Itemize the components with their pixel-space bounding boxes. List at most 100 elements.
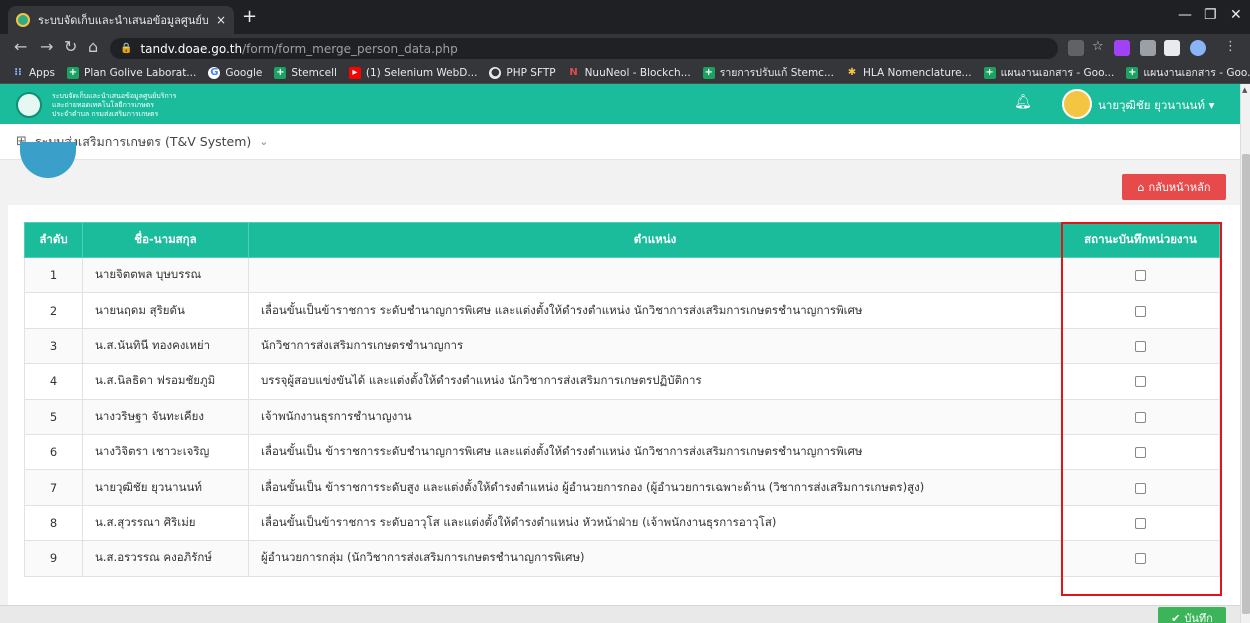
cell-status (1061, 292, 1220, 329)
table-row: 3 น.ส.นันทินี ทองคงเหย่า นักวิชาการส่งเสริ… (24, 327, 1220, 365)
cell-name: นางวิจิตรา เชาวะเจริญ (82, 433, 249, 471)
bookmark-apps[interactable]: ⁝⁝ Apps (12, 67, 55, 79)
col-header-no: ลำดับ (24, 222, 83, 258)
plus-icon: + (1126, 66, 1139, 79)
bookmark-item[interactable]: G Google (208, 66, 262, 79)
scrollbar-thumb[interactable] (1242, 154, 1250, 614)
reload-icon[interactable]: ↻ (64, 38, 77, 56)
cell-name: น.ส.นิลธิดา ฟรอมชัยภูมิ (82, 363, 249, 400)
status-checkbox[interactable] (1135, 411, 1146, 423)
new-tab-button[interactable]: + (242, 8, 257, 26)
status-checkbox[interactable] (1135, 553, 1146, 565)
bell-icon[interactable]: 🔔︎ (1014, 94, 1032, 110)
org-logo (16, 92, 42, 118)
cell-no: 2 (24, 292, 83, 329)
bookmark-item[interactable]: N NuuNeol - Blockch... (568, 66, 690, 79)
col-header-status: สถานะบันทึกหน่วยงาน (1061, 222, 1220, 258)
youtube-icon: ▸ (348, 66, 361, 79)
cell-position: บรรจุผู้สอบแข่งขันได้ และแต่งตั้งให้ดำรง… (248, 363, 1062, 400)
cell-position: เลื่อนขั้นเป็นข้าราชการ ระดับอาวุโส และแ… (248, 504, 1062, 542)
bookmark-item[interactable]: + แผนงานเอกสาร - Goo... (1126, 64, 1250, 81)
table-row: 1 นายจิตตพล บุษบรรณ (24, 256, 1220, 294)
plus-icon: + (983, 66, 996, 79)
cell-status (1061, 256, 1220, 294)
maximize-icon[interactable]: ❐ (1204, 7, 1217, 23)
status-checkbox[interactable] (1135, 447, 1146, 459)
bookmark-item[interactable]: + Stemcell (274, 66, 337, 79)
bookmark-item[interactable]: + แผนงานเอกสาร - Goo... (983, 64, 1114, 81)
chevron-down-icon[interactable]: ⌄ (259, 135, 268, 148)
cell-name: นายจิตตพล บุษบรรณ (82, 256, 249, 294)
google-icon: G (208, 66, 221, 79)
check-icon: ✔ (1171, 611, 1181, 623)
extension-icon[interactable] (1114, 40, 1130, 56)
col-header-name: ชื่อ-นามสกุล (82, 222, 249, 258)
profile-picture (20, 142, 76, 178)
forward-arrow-icon[interactable]: → (40, 38, 53, 56)
cell-position: นักวิชาการส่งเสริมการเกษตรชำนาญการ (248, 327, 1062, 365)
cell-name: น.ส.นันทินี ทองคงเหย่า (82, 327, 249, 365)
table-row: 9 น.ส.อรวรรณ คงอภิรักษ์ ผู้อำนวยการกลุ่ม (… (24, 540, 1220, 577)
translate-icon[interactable] (1068, 40, 1084, 56)
address-bar-row: ← → ↻ ⌂ 🔒 tandv.doae.go.th /form/form_me… (0, 34, 1250, 62)
cell-no: 6 (24, 433, 83, 471)
cell-name: น.ส.สุวรรณา ศิริเม่ย (82, 504, 249, 542)
cell-position (248, 256, 1062, 294)
status-checkbox[interactable] (1135, 376, 1146, 388)
camera-extension-icon[interactable] (1140, 40, 1156, 56)
page-scrollbar[interactable]: ▲ (1240, 84, 1250, 623)
puzzle-icon[interactable] (1164, 40, 1180, 56)
cell-name: น.ส.อรวรรณ คงอภิรักษ์ (82, 540, 249, 577)
cell-no: 9 (24, 540, 83, 577)
site-favicon-icon (16, 13, 30, 27)
status-checkbox[interactable] (1135, 270, 1146, 282)
cell-position: เจ้าพนักงานธุรการชำนาญงาน (248, 398, 1062, 435)
minimize-icon[interactable]: — (1178, 7, 1192, 23)
plus-icon: + (274, 66, 287, 79)
table-row: 8 น.ส.สุวรรณา ศิริเม่ย เลื่อนขั้นเป็นข้ารา… (24, 504, 1220, 542)
status-checkbox[interactable] (1135, 517, 1146, 529)
window-close-icon[interactable]: ✕ (1230, 7, 1242, 23)
cell-no: 5 (24, 398, 83, 435)
table-row: 5 นางวริษฐา จันทะเคียง เจ้าพนักงานธุรการชำ… (24, 398, 1220, 435)
app-header: ระบบจัดเก็บและนำเสนอข้อมูลศูนย์บริการ แล… (0, 84, 1240, 124)
cell-status (1061, 363, 1220, 400)
apps-icon: ⁝⁝ (14, 66, 22, 78)
cell-name: นายนฤดม สุริยดัน (82, 292, 249, 329)
status-checkbox[interactable] (1135, 482, 1146, 494)
bookmark-item[interactable]: + Plan Golive Laborat... (66, 66, 196, 79)
bookmark-item[interactable]: ▸ (1) Selenium WebD... (348, 66, 477, 79)
hla-icon: ✱ (847, 66, 857, 78)
table-row: 6 นางวิจิตรา เชาวะเจริญ เลื่อนขั้นเป็น ข้า… (24, 433, 1220, 471)
cell-no: 1 (24, 256, 83, 294)
back-arrow-icon[interactable]: ← (14, 38, 27, 56)
user-menu[interactable]: นายวุฒิชัย ยุวนานนท์ ▾ (1098, 97, 1214, 115)
save-button[interactable]: ✔ บันทึก (1158, 607, 1226, 623)
cell-position: เลื่อนขั้นเป็น ข้าราชการระดับสูง และแต่ง… (248, 469, 1062, 506)
user-avatar[interactable] (1062, 89, 1092, 119)
bookmark-item[interactable]: ● PHP SFTP (489, 66, 556, 79)
browser-tab[interactable]: ระบบจัดเก็บและนำเสนอข้อมูลศูนย์บริการ × (8, 6, 234, 34)
bookmark-item[interactable]: ✱ HLA Nomenclature... (846, 67, 972, 79)
scroll-up-icon[interactable]: ▲ (1242, 86, 1247, 94)
tab-title: ระบบจัดเก็บและนำเสนอข้อมูลศูนย์บริการ (38, 14, 208, 27)
status-checkbox[interactable] (1135, 340, 1146, 352)
table-row: 2 นายนฤดม สุริยดัน เลื่อนขั้นเป็นข้าราชการ… (24, 292, 1220, 329)
n-icon: N (569, 66, 578, 78)
profile-icon[interactable] (1190, 40, 1206, 56)
status-checkbox[interactable] (1135, 305, 1146, 317)
home-icon[interactable]: ⌂ (88, 38, 98, 56)
url-field[interactable]: 🔒 tandv.doae.go.th /form/form_merge_pers… (110, 38, 1058, 59)
table-header-row: ลำดับ ชื่อ-นามสกุล ตำแหน่ง สถานะบันทึกหน… (24, 222, 1220, 258)
bookmark-item[interactable]: + รายการปรับแก้ Stemc... (702, 64, 834, 81)
menu-dots-icon[interactable]: ⋮ (1224, 38, 1237, 56)
table-row: 4 น.ส.นิลธิดา ฟรอมชัยภูมิ บรรจุผู้สอบแข่งข… (24, 363, 1220, 400)
tab-close-icon[interactable]: × (216, 13, 226, 27)
staff-table: ลำดับ ชื่อ-นามสกุล ตำแหน่ง สถานะบันทึกหน… (24, 222, 1220, 577)
table-row: 7 นายวุฒิชัย ยุวนานนท์ เลื่อนขั้นเป็น ข้าร… (24, 469, 1220, 506)
cell-no: 3 (24, 327, 83, 365)
cell-position: เลื่อนขั้นเป็นข้าราชการ ระดับชำนาญการพิเ… (248, 292, 1062, 329)
back-to-home-button[interactable]: ⌂ กลับหน้าหลัก (1122, 174, 1226, 200)
cell-position: เลื่อนขั้นเป็น ข้าราชการระดับชำนาญการพิเ… (248, 433, 1062, 471)
star-icon[interactable]: ☆ (1092, 38, 1104, 56)
